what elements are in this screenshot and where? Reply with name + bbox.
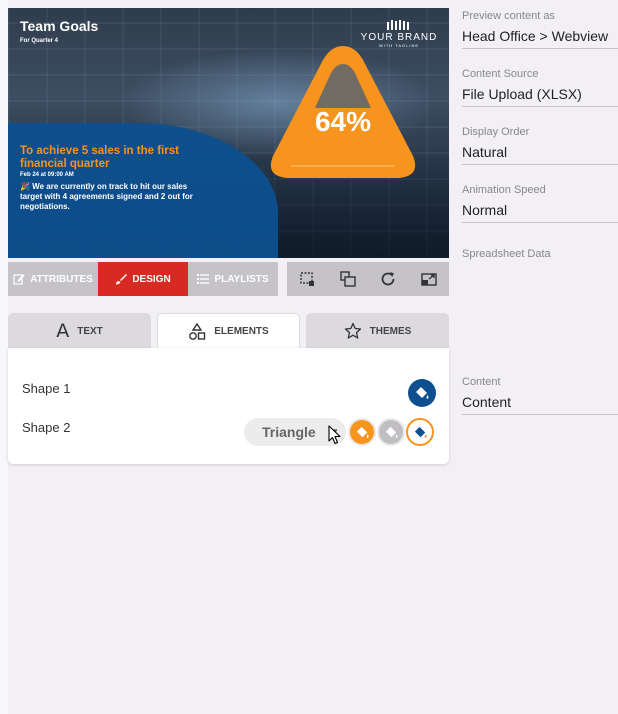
display-order-value[interactable]: Natural — [462, 144, 618, 165]
animation-speed-field[interactable]: Animation Speed Normal — [462, 184, 618, 223]
preview-as-value[interactable]: Head Office > Webview — [462, 28, 618, 49]
star-icon — [344, 322, 361, 339]
shape2-fill-button[interactable] — [348, 418, 376, 446]
display-order-field[interactable]: Display Order Natural — [462, 126, 618, 165]
content-field[interactable]: Content Content — [462, 376, 618, 415]
editor-empty-area — [8, 470, 449, 714]
content-source-label: Content Source — [462, 68, 539, 80]
content-value[interactable]: Content — [462, 394, 618, 415]
settings-panel: Preview content as Head Office > Webview… — [462, 0, 618, 714]
paint-bucket-icon — [416, 387, 429, 399]
brand-bars-icon — [387, 20, 409, 30]
shape2-stroke-button[interactable] — [377, 418, 405, 446]
preview-subtitle: For Quarter 4 — [20, 38, 59, 44]
shape2-label: Shape 2 — [22, 420, 71, 435]
shapes-icon — [189, 322, 206, 340]
list-icon — [197, 274, 210, 284]
tab-themes[interactable]: THEMES — [306, 313, 449, 349]
content-source-field[interactable]: Content Source File Upload (XLSX) — [462, 68, 618, 107]
content-source-value[interactable]: File Upload (XLSX) — [462, 86, 618, 107]
tab-elements[interactable]: ELEMENTS — [157, 313, 300, 349]
paint-bucket-icon — [385, 426, 398, 438]
tab-themes-label: THEMES — [369, 325, 412, 337]
paint-bucket-icon — [414, 426, 427, 438]
text-icon: A — [56, 320, 70, 342]
tab-attributes-label: ATTRIBUTES — [30, 273, 93, 285]
tab-design[interactable]: DESIGN — [98, 262, 188, 296]
brush-icon — [116, 274, 128, 285]
paint-bucket-icon — [356, 426, 369, 438]
progress-percent: 64% — [314, 106, 372, 137]
spreadsheet-data-field: Spreadsheet Data — [462, 248, 618, 260]
content-preview: Team Goals For Quarter 4 YOUR BRAND WITH… — [8, 8, 449, 258]
animation-speed-value[interactable]: Normal — [462, 202, 618, 223]
tab-attributes[interactable]: ATTRIBUTES — [8, 262, 98, 296]
left-margin — [0, 0, 8, 714]
shape-type-value: Triangle — [262, 424, 316, 440]
tab-elements-label: ELEMENTS — [214, 326, 269, 337]
shape1-label: Shape 1 — [22, 381, 71, 396]
preview-title: Team Goals — [20, 18, 99, 34]
display-order-label: Display Order — [462, 126, 530, 138]
goal-text: 🎉 We are currently on track to hit our s… — [20, 182, 193, 211]
edit-icon — [13, 274, 25, 285]
tab-text-label: TEXT — [77, 325, 103, 337]
editor-tabbar: ATTRIBUTES DESIGN PLAYLISTS — [8, 262, 278, 296]
shape2-text-color-button[interactable] — [406, 418, 434, 446]
tab-design-label: DESIGN — [132, 273, 171, 285]
shape1-fill-button[interactable] — [408, 379, 436, 407]
preview-as-field[interactable]: Preview content as Head Office > Webview — [462, 10, 618, 49]
tab-playlists-label: PLAYLISTS — [214, 273, 269, 285]
layers-icon[interactable] — [337, 268, 359, 290]
preview-toolbar — [287, 262, 449, 296]
goal-heading: To achieve 5 sales in the first financia… — [20, 145, 179, 170]
content-label: Content — [462, 376, 501, 388]
elements-panel: Shape 1 Shape 2 Triangle ▼ — [8, 348, 449, 464]
animation-speed-label: Animation Speed — [462, 184, 546, 196]
preview-as-label: Preview content as — [462, 10, 555, 22]
tab-text[interactable]: A TEXT — [8, 313, 151, 349]
crop-icon[interactable] — [296, 268, 318, 290]
goal-date: Feb 24 at 09:00 AM — [20, 172, 74, 178]
resize-icon[interactable] — [418, 268, 440, 290]
refresh-icon[interactable] — [377, 268, 399, 290]
tab-playlists[interactable]: PLAYLISTS — [188, 262, 278, 296]
mouse-cursor-icon — [328, 425, 341, 445]
spreadsheet-data-label: Spreadsheet Data — [462, 248, 551, 260]
